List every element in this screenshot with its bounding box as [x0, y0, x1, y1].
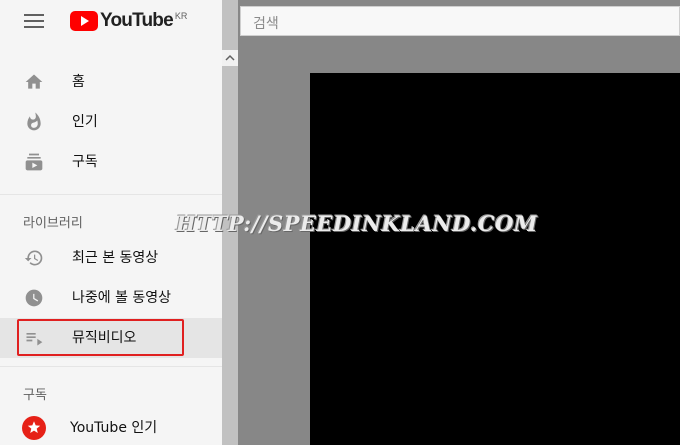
home-icon: [25, 74, 43, 89]
youtube-play-icon: [70, 11, 98, 31]
sidebar-item-youtube-popular[interactable]: YouTube 인기: [0, 408, 222, 445]
sidebar-item-label: 홈: [72, 74, 85, 90]
subscriptions-section-title: 구독: [23, 388, 47, 403]
search-input[interactable]: 검색: [240, 6, 680, 36]
watch-later-icon: [25, 289, 43, 307]
scroll-up-arrow-icon[interactable]: [222, 50, 238, 66]
youtube-popular-channel-icon: [22, 416, 46, 440]
sidebar-item-label: 나중에 볼 동영상: [72, 290, 172, 306]
youtube-logo[interactable]: YouTube KR: [70, 11, 187, 31]
sidebar-item-watch-later[interactable]: 나중에 볼 동영상: [0, 278, 222, 318]
sidebar-item-label: YouTube 인기: [70, 420, 158, 436]
sidebar-item-home[interactable]: 홈: [0, 62, 222, 102]
sidebar-item-label: 구독: [72, 154, 98, 170]
divider: [0, 366, 222, 367]
divider: [0, 194, 222, 195]
sidebar-item-trending[interactable]: 인기: [0, 102, 222, 142]
library-section-title: 라이브러리: [23, 216, 83, 231]
sidebar-item-label: 인기: [72, 114, 98, 130]
sidebar-item-history[interactable]: 최근 본 동영상: [0, 238, 222, 278]
sidebar-item-subscriptions[interactable]: 구독: [0, 142, 222, 182]
sidebar-item-label: 최근 본 동영상: [72, 250, 159, 266]
video-player[interactable]: [310, 73, 680, 445]
region-code: KR: [174, 11, 188, 21]
search-placeholder: 검색: [253, 16, 279, 32]
history-icon: [24, 250, 43, 266]
logo-text: YouTube: [100, 10, 174, 31]
watermark-text: HTTP://SPEEDINKLAND.COM: [176, 211, 538, 236]
menu-icon[interactable]: [24, 14, 44, 30]
subscriptions-icon: [25, 153, 43, 171]
trending-icon: [27, 112, 41, 131]
highlight-box: [17, 319, 184, 356]
